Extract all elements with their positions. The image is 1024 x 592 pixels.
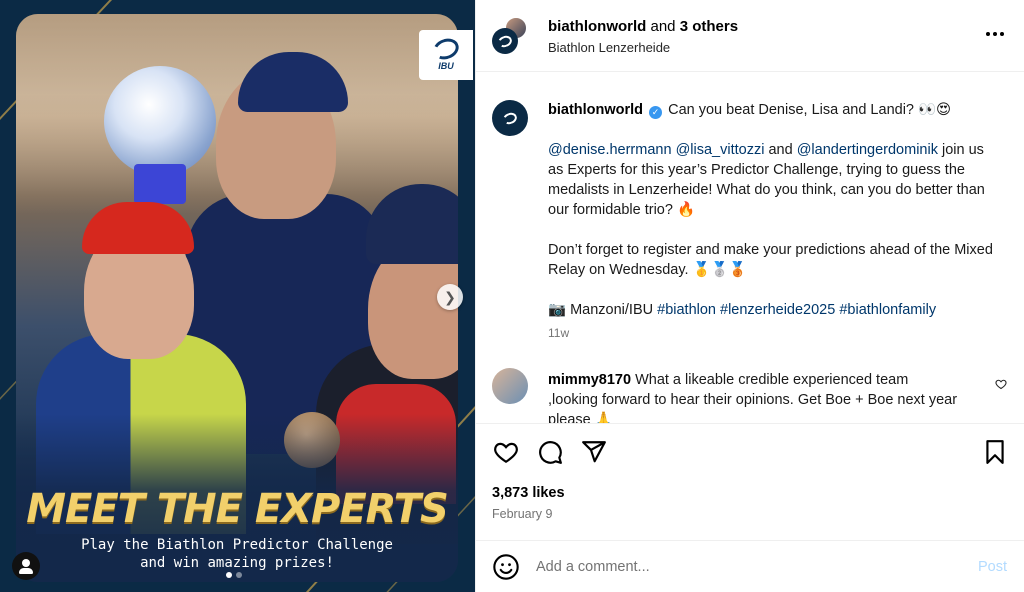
comments-scroll-area[interactable]: biathlonworld ✓ Can you beat Denise, Lis… <box>476 72 1024 423</box>
header-accounts[interactable]: biathlonworld and 3 others <box>548 18 738 35</box>
media-subline-2: and win amazing prizes! <box>140 555 334 571</box>
post-caption: biathlonworld ✓ Can you beat Denise, Lis… <box>548 100 998 320</box>
emoji-icon[interactable] <box>492 553 520 581</box>
heart-icon[interactable] <box>492 438 520 466</box>
trophy-base <box>134 164 186 204</box>
carousel-dots <box>226 572 242 578</box>
next-arrow-icon[interactable]: ❯ <box>437 284 463 310</box>
ibu-logo: IBU <box>419 30 473 80</box>
caption-avatar[interactable] <box>492 100 528 136</box>
carousel-dot <box>226 572 232 578</box>
post-header: biathlonworld and 3 others Biathlon Lenz… <box>476 0 1024 72</box>
caption-username[interactable]: biathlonworld <box>548 102 643 118</box>
add-comment-input[interactable] <box>536 555 936 579</box>
post-details-panel: biathlonworld and 3 others Biathlon Lenz… <box>475 0 1024 592</box>
ibu-globe-icon <box>430 35 462 63</box>
media-subline-1: Play the Biathlon Predictor Challenge <box>81 537 393 553</box>
post-viewer: MEET THE EXPERTS Play the Biathlon Predi… <box>0 0 1024 592</box>
caption-text-3: Don’t forget to register and make your p… <box>548 242 993 278</box>
comment: mimmy8170 What a likeable credible exper… <box>548 370 958 423</box>
account-avatar[interactable] <box>492 28 518 54</box>
media-subline: Play the Biathlon Predictor Challenge an… <box>16 536 458 572</box>
action-bar <box>476 423 1024 479</box>
comment-like-icon[interactable] <box>995 378 1007 390</box>
caption-and: and <box>764 142 797 158</box>
carousel-dot <box>236 572 242 578</box>
add-comment-bar: Post <box>476 540 1024 592</box>
likes-count[interactable]: 3,873 likes <box>492 485 565 501</box>
post-media[interactable]: MEET THE EXPERTS Play the Biathlon Predi… <box>0 0 475 592</box>
comment-username[interactable]: mimmy8170 <box>548 372 631 388</box>
hashtag-link[interactable]: #lenzerheide2025 <box>720 302 835 318</box>
caption-timestamp[interactable]: 11w <box>548 326 569 340</box>
hashtag-link[interactable]: #biathlon <box>657 302 716 318</box>
header-and: and <box>646 18 680 35</box>
mention-link[interactable]: @denise.herrmann <box>548 142 672 158</box>
commenter-avatar[interactable] <box>492 368 528 404</box>
post-comment-button[interactable]: Post <box>978 559 1007 575</box>
mention-link[interactable]: @landertingerdominik <box>797 142 938 158</box>
header-account-name[interactable]: biathlonworld <box>548 18 646 35</box>
header-others-link[interactable]: 3 others <box>680 18 738 35</box>
post-date[interactable]: February 9 <box>492 507 552 521</box>
caption-credit: 📷 Manzoni/IBU <box>548 302 658 318</box>
media-headline: MEET THE EXPERTS <box>26 486 449 532</box>
hashtag-link[interactable]: #biathlonfamily <box>839 302 936 318</box>
user-tag-icon[interactable] <box>12 552 40 580</box>
media-card: MEET THE EXPERTS Play the Biathlon Predi… <box>16 14 458 582</box>
caption-text-1: Can you beat Denise, Lisa and Landi? 👀😍 <box>668 102 952 118</box>
comment-icon[interactable] <box>536 438 564 466</box>
verified-icon: ✓ <box>649 106 663 119</box>
ibu-logo-text: IBU <box>438 61 454 71</box>
header-location[interactable]: Biathlon Lenzerheide <box>548 40 670 55</box>
mention-link[interactable]: @lisa_vittozzi <box>676 142 765 158</box>
more-icon[interactable] <box>983 22 1007 46</box>
bookmark-icon[interactable] <box>981 438 1009 466</box>
crystal-globe-trophy <box>104 66 216 176</box>
share-icon[interactable] <box>580 438 608 466</box>
